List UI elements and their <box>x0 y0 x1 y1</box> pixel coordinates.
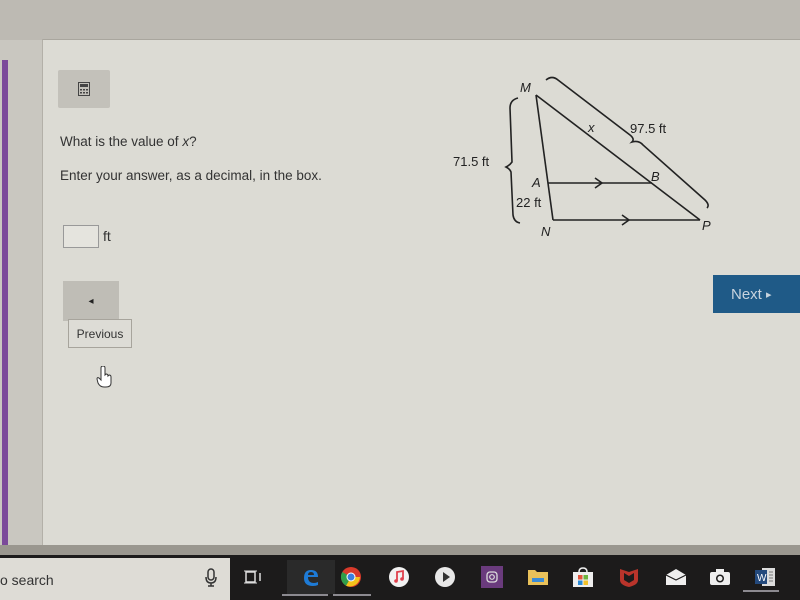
taskbar-search-text: o search <box>0 572 54 588</box>
answer-unit: ft <box>103 228 111 244</box>
question-prompt: What is the value of x? <box>60 134 197 149</box>
next-label: Next <box>731 285 762 303</box>
mail-icon[interactable] <box>659 560 693 594</box>
mic-icon[interactable] <box>204 567 218 592</box>
vertex-label-m: M <box>520 80 531 95</box>
task-view-icon[interactable] <box>236 560 270 594</box>
media-player-icon[interactable] <box>428 560 462 594</box>
label-an-length: 22 ft <box>516 195 542 210</box>
question-instruction: Enter your answer, as a decimal, in the … <box>60 168 322 183</box>
store-icon[interactable] <box>566 560 600 594</box>
file-explorer-icon[interactable] <box>521 560 555 594</box>
edge-icon[interactable] <box>287 560 335 594</box>
word-icon[interactable]: W <box>748 560 782 594</box>
hand-cursor-icon <box>96 365 114 393</box>
segment-mp <box>535 94 701 221</box>
vertex-label-p: P <box>702 218 711 233</box>
browser-top-area <box>0 0 800 40</box>
previous-button[interactable]: ◂ <box>63 281 119 321</box>
previous-arrow-icon: ◂ <box>88 295 94 307</box>
mcafee-icon[interactable] <box>612 560 646 594</box>
prompt-suffix: ? <box>189 134 197 149</box>
vertex-label-n: N <box>541 224 551 239</box>
previous-tooltip: Previous <box>68 319 132 348</box>
triangle-diagram: M A N B P x 97.5 ft 71.5 ft 22 ft <box>453 76 711 239</box>
next-button[interactable]: Next ▸ <box>713 275 800 313</box>
svg-text:W: W <box>757 573 767 584</box>
prompt-text: What is the value of <box>60 134 183 149</box>
label-x: x <box>587 120 595 135</box>
itunes-icon[interactable] <box>382 560 416 594</box>
next-arrow-icon: ▸ <box>766 288 772 301</box>
vertex-label-a: A <box>531 175 541 190</box>
calculator-icon <box>78 82 90 96</box>
camera-icon[interactable] <box>703 560 737 594</box>
label-mp-length: 97.5 ft <box>630 121 667 136</box>
purple-accent-bar <box>2 60 8 545</box>
vertex-label-b: B <box>651 169 660 184</box>
edge-active-indicator <box>282 594 328 596</box>
label-mn-length: 71.5 ft <box>453 154 490 169</box>
brace-mp <box>545 76 709 209</box>
answer-input[interactable] <box>63 225 99 248</box>
chrome-icon[interactable] <box>334 560 368 594</box>
instagram-icon[interactable] <box>475 560 509 594</box>
word-active-indicator <box>743 590 779 592</box>
calculator-button[interactable] <box>58 70 110 108</box>
chrome-active-indicator <box>333 594 371 596</box>
